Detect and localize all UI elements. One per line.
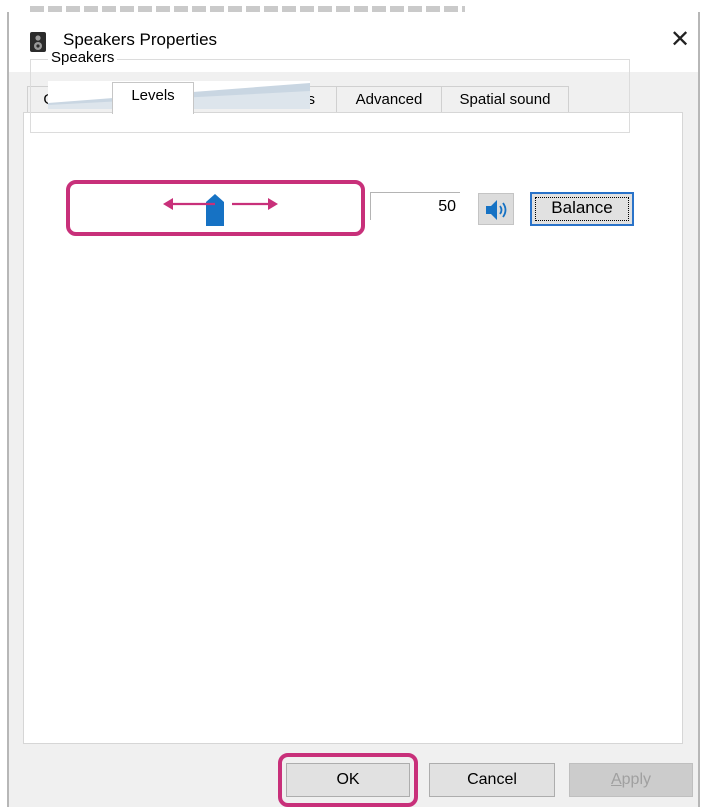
balance-button[interactable]: Balance <box>530 192 634 226</box>
slider-highlight <box>66 180 365 236</box>
close-icon: ✕ <box>669 26 691 53</box>
background-window-strip <box>0 0 704 14</box>
close-button[interactable]: ✕ <box>663 24 697 58</box>
tab-levels[interactable]: Levels <box>112 82 194 114</box>
balance-focus-rect <box>535 197 629 221</box>
window-title: Speakers Properties <box>63 30 218 49</box>
apply-button[interactable]: Apply <box>569 763 693 797</box>
speaker-app-icon <box>30 32 46 52</box>
ok-highlight <box>278 753 418 807</box>
background-window-text <box>30 6 465 12</box>
speaker-volume-icon <box>486 200 507 220</box>
mute-button[interactable] <box>478 193 514 225</box>
speakers-group-label: Speakers <box>48 49 118 66</box>
window-edge-right <box>698 12 700 807</box>
volume-value-field[interactable]: 50 <box>370 192 460 220</box>
cancel-button[interactable]: Cancel <box>429 763 555 797</box>
